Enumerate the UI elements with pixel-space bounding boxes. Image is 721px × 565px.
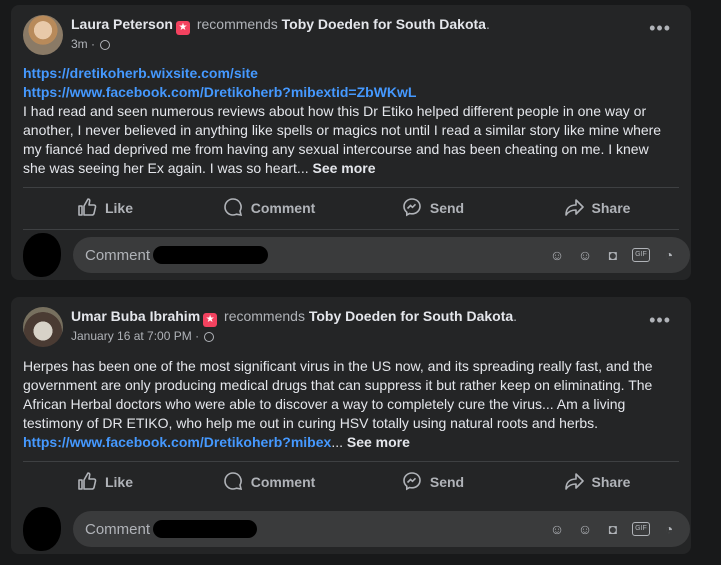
post-meta: January 16 at 7:00 PM · xyxy=(71,329,215,343)
divider xyxy=(23,187,679,188)
comment-bubble-icon xyxy=(223,471,243,494)
header-period: . xyxy=(485,16,490,32)
see-more-link[interactable]: See more xyxy=(313,160,376,176)
send-button[interactable]: Send xyxy=(351,465,515,499)
header-period: . xyxy=(513,308,518,324)
gif-icon[interactable]: GIF xyxy=(632,522,650,536)
post-actions: Like Comment Send Share xyxy=(23,191,679,225)
author-avatar[interactable] xyxy=(23,15,63,55)
comment-label: Comment xyxy=(250,200,316,216)
like-label: Like xyxy=(104,200,133,216)
camera-icon[interactable]: ◘ xyxy=(604,520,622,538)
post-timestamp[interactable]: 3m xyxy=(71,37,88,51)
share-button[interactable]: Share xyxy=(515,465,679,499)
composer-icons: ☺ ☺ ◘ GIF ◔ xyxy=(548,520,678,538)
comment-input[interactable]: Comment ☺ ☺ ◘ GIF ◔ xyxy=(73,511,690,547)
like-label: Like xyxy=(104,474,133,490)
comment-placeholder: Comment a xyxy=(85,247,163,264)
comment-button[interactable]: Comment xyxy=(187,465,351,499)
comment-composer: Comment a ☺ ☺ ◘ GIF ◔ xyxy=(23,233,690,277)
recommendation-star-icon: ★ xyxy=(203,313,218,327)
emoji-icon[interactable]: ☺ xyxy=(576,246,594,264)
composer-icons: ☺ ☺ ◘ GIF ◔ xyxy=(548,246,678,264)
post-text: Herpes has been one of the most signific… xyxy=(23,358,653,431)
share-button[interactable]: Share xyxy=(515,191,679,225)
author-avatar[interactable] xyxy=(23,307,63,347)
messenger-icon xyxy=(402,197,422,220)
page-name[interactable]: Toby Doeden for South Dakota xyxy=(309,308,513,324)
redacted-avatar xyxy=(23,507,61,551)
post-timestamp[interactable]: January 16 at 7:00 PM xyxy=(71,329,192,343)
share-arrow-icon xyxy=(564,197,584,220)
recommendation-star-icon: ★ xyxy=(175,21,190,35)
share-label: Share xyxy=(591,474,631,490)
gif-icon[interactable]: GIF xyxy=(632,248,650,262)
emoji-icon[interactable]: ☺ xyxy=(576,520,594,538)
post-card: Laura Peterson ★ recommends Toby Doeden f… xyxy=(11,5,691,280)
avatar-sticker-icon[interactable]: ☺ xyxy=(548,246,566,264)
send-label: Send xyxy=(429,474,465,490)
post-body: https://dretikoherb.wixsite.com/site htt… xyxy=(23,64,673,178)
recommends-label: recommends xyxy=(196,16,278,32)
comment-input[interactable]: Comment a ☺ ☺ ◘ GIF ◔ xyxy=(73,237,690,273)
post-actions: Like Comment Send Share xyxy=(23,465,679,499)
post-link[interactable]: https://www.facebook.com/Dretikoherb?mib… xyxy=(23,83,673,102)
comment-label: Comment xyxy=(250,474,316,490)
sticker-icon[interactable]: ◔ xyxy=(660,520,678,538)
comment-button[interactable]: Comment xyxy=(187,191,351,225)
like-button[interactable]: Like xyxy=(23,465,187,499)
like-button[interactable]: Like xyxy=(23,191,187,225)
camera-icon[interactable]: ◘ xyxy=(604,246,622,264)
comment-composer: Comment ☺ ☺ ◘ GIF ◔ xyxy=(23,507,690,551)
globe-icon xyxy=(100,40,111,50)
recommends-label: recommends xyxy=(224,308,305,324)
share-arrow-icon xyxy=(564,471,584,494)
author-name[interactable]: Laura Peterson xyxy=(71,16,173,32)
page-name[interactable]: Toby Doeden for South Dakota xyxy=(282,16,486,32)
more-options-icon[interactable]: ••• xyxy=(649,19,671,37)
avatar-sticker-icon[interactable]: ☺ xyxy=(548,520,566,538)
redaction-mark xyxy=(153,246,268,264)
post-card: Umar Buba Ibrahim ★ recommends Toby Doede… xyxy=(11,297,691,554)
post-link[interactable]: https://www.facebook.com/Dretikoherb?mib… xyxy=(23,434,331,450)
thumbs-up-icon xyxy=(77,197,97,220)
more-options-icon[interactable]: ••• xyxy=(649,311,671,329)
post-meta: 3m · xyxy=(71,37,111,51)
sticker-icon[interactable]: ◔ xyxy=(660,246,678,264)
comment-bubble-icon xyxy=(223,197,243,220)
messenger-icon xyxy=(402,471,422,494)
divider xyxy=(23,461,679,462)
see-more-link[interactable]: See more xyxy=(347,434,410,450)
thumbs-up-icon xyxy=(77,471,97,494)
share-label: Share xyxy=(591,200,631,216)
truncation-ellipsis: ... xyxy=(331,434,343,450)
send-button[interactable]: Send xyxy=(351,191,515,225)
post-link[interactable]: https://dretikoherb.wixsite.com/site xyxy=(23,64,673,83)
post-header: Laura Peterson ★ recommends Toby Doeden f… xyxy=(71,16,490,35)
redaction-mark xyxy=(153,520,257,538)
post-header: Umar Buba Ibrahim ★ recommends Toby Doede… xyxy=(71,308,517,327)
send-label: Send xyxy=(429,200,465,216)
comment-placeholder: Comment xyxy=(85,521,151,538)
divider xyxy=(23,229,679,230)
author-name[interactable]: Umar Buba Ibrahim xyxy=(71,308,200,324)
globe-icon xyxy=(204,332,215,342)
redacted-avatar xyxy=(23,233,61,277)
post-body: Herpes has been one of the most signific… xyxy=(23,357,673,452)
